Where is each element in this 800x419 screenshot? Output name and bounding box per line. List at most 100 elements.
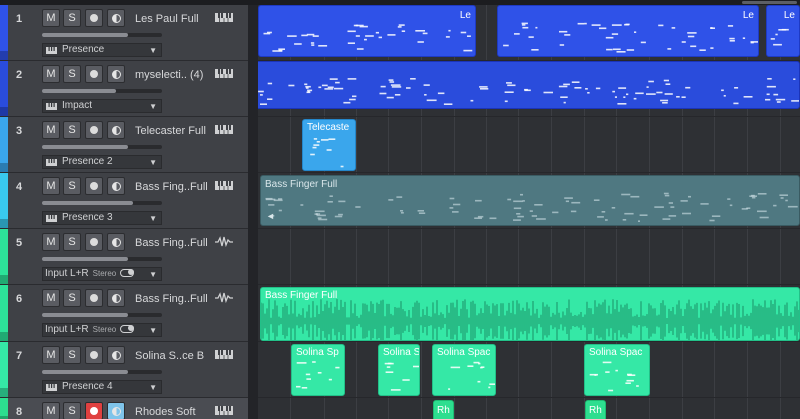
note-clip[interactable]: Solina S (378, 344, 420, 396)
solo-button[interactable]: S (63, 402, 81, 419)
note-clip[interactable]: Bass Finger Full ◄ (260, 175, 800, 226)
track-lane-8[interactable] (258, 398, 800, 419)
track-number: 4 (15, 181, 23, 193)
track-automation-toggle[interactable] (0, 332, 8, 341)
monitor-button[interactable] (107, 233, 125, 251)
record-arm-button[interactable] (85, 121, 103, 139)
mute-button[interactable]: M (42, 121, 60, 139)
track-automation-toggle[interactable] (0, 275, 8, 284)
track-header-7[interactable]: 7 M S Solina S..ce B Presence 4 ▼ (0, 342, 248, 398)
track-name[interactable]: Bass Fing..Full (135, 237, 213, 249)
volume-fader[interactable] (42, 313, 162, 317)
note-clip[interactable]: Rh (585, 400, 606, 419)
selector-label: Presence 3 (62, 212, 113, 224)
mute-button[interactable]: M (42, 9, 60, 27)
instrument-selector[interactable]: Presence 3 ▼ (42, 211, 162, 225)
monitor-icon (111, 14, 121, 23)
record-icon (90, 294, 98, 302)
note-clip[interactable]: Telecaste (302, 119, 356, 171)
solo-button[interactable]: S (63, 233, 81, 251)
link-icon (120, 325, 135, 334)
instrument-name: Presence 3 (62, 212, 113, 223)
track-header-5[interactable]: 5 M S Bass Fing..Full Input L+R Stereo ▼ (0, 229, 248, 285)
monitor-button[interactable] (107, 402, 125, 419)
record-arm-button[interactable] (85, 289, 103, 307)
note-pattern (265, 192, 798, 222)
volume-fader[interactable] (42, 201, 162, 205)
mute-button[interactable]: M (42, 289, 60, 307)
track-name[interactable]: Telecaster Full (135, 125, 213, 137)
input-selector[interactable]: Input L+R Stereo ▼ (42, 267, 162, 281)
instrument-selector[interactable]: Presence 2 ▼ (42, 155, 162, 169)
record-arm-button[interactable] (85, 402, 103, 419)
record-arm-button[interactable] (85, 9, 103, 27)
track-name[interactable]: Les Paul Full (135, 13, 213, 25)
note-clip[interactable]: Le (766, 5, 800, 57)
record-arm-button[interactable] (85, 233, 103, 251)
mute-button[interactable]: M (42, 65, 60, 83)
selector-label: Input L+R Stereo (45, 324, 135, 336)
note-clip[interactable]: Le (258, 5, 476, 57)
note-clip[interactable]: Le (497, 5, 759, 57)
instrument-selector[interactable]: Impact ▼ (42, 99, 162, 113)
audio-clip[interactable]: Bass Finger Full (260, 287, 800, 341)
track-automation-toggle[interactable] (0, 388, 8, 397)
track-header-6[interactable]: 6 M S Bass Fing..Full Input L+R Stereo ▼ (0, 285, 248, 342)
note-clip[interactable]: Solina Sp (291, 344, 345, 396)
track-automation-toggle[interactable] (0, 51, 8, 60)
track-automation-toggle[interactable] (0, 107, 8, 116)
mute-button[interactable]: M (42, 346, 60, 364)
track-header-4[interactable]: 4 M S Bass Fing..Full Presence 3 ▼ (0, 173, 248, 229)
arrange-view[interactable]: Le Le Le Telecaste Bass Finger Full ◄ Bass Fin… (258, 5, 800, 419)
volume-fader[interactable] (42, 89, 162, 93)
instrument-selector[interactable]: Presence 4 ▼ (42, 380, 162, 394)
volume-fader[interactable] (42, 370, 162, 374)
instrument-selector[interactable]: Presence ▼ (42, 43, 162, 57)
note-clip[interactable] (258, 61, 800, 109)
panel-divider[interactable] (248, 5, 258, 419)
note-clip[interactable]: Solina Spac (584, 344, 650, 396)
solo-button[interactable]: S (63, 9, 81, 27)
record-arm-button[interactable] (85, 177, 103, 195)
monitor-button[interactable] (107, 9, 125, 27)
clip-label: Bass Finger Full (265, 290, 338, 301)
note-clip[interactable]: Solina Spac (432, 344, 496, 396)
monitor-button[interactable] (107, 346, 125, 364)
mute-button[interactable]: M (42, 177, 60, 195)
track-header-8[interactable]: 8 M S Rhodes Soft (0, 398, 248, 419)
volume-fader[interactable] (42, 257, 162, 261)
track-automation-toggle[interactable] (0, 163, 8, 172)
mute-button[interactable]: M (42, 233, 60, 251)
track-name[interactable]: Bass Fing..Full (135, 181, 213, 193)
solo-button[interactable]: S (63, 177, 81, 195)
record-arm-button[interactable] (85, 65, 103, 83)
input-selector[interactable]: Input L+R Stereo ▼ (42, 323, 162, 337)
waveform-icon (215, 292, 233, 303)
volume-fader[interactable] (42, 33, 162, 37)
piano-keys-icon (215, 181, 233, 190)
monitor-button[interactable] (107, 289, 125, 307)
monitor-button[interactable] (107, 177, 125, 195)
note-clip[interactable]: Rh (433, 400, 454, 419)
input-name: Input L+R (45, 268, 89, 279)
track-name[interactable]: myselecti.. (4) (135, 69, 213, 81)
solo-button[interactable]: S (63, 121, 81, 139)
track-header-3[interactable]: 3 M S Telecaster Full Presence 2 ▼ (0, 117, 248, 173)
solo-button[interactable]: S (63, 346, 81, 364)
solo-button[interactable]: S (63, 289, 81, 307)
track-header-1[interactable]: 1 M S Les Paul Full Presence ▼ (0, 5, 248, 61)
solo-button[interactable]: S (63, 65, 81, 83)
track-name[interactable]: Bass Fing..Full (135, 293, 213, 305)
monitor-button[interactable] (107, 121, 125, 139)
monitor-button[interactable] (107, 65, 125, 83)
track-name[interactable]: Solina S..ce B (135, 350, 213, 362)
track-automation-toggle[interactable] (0, 219, 8, 228)
mute-button[interactable]: M (42, 402, 60, 419)
record-arm-button[interactable] (85, 346, 103, 364)
track-name[interactable]: Rhodes Soft (135, 406, 213, 418)
volume-fader[interactable] (42, 145, 162, 149)
track-header-2[interactable]: 2 M Smyselecti.. (4) Impact ▼ (0, 61, 248, 117)
horizontal-scrollbar[interactable] (742, 1, 797, 4)
clip-label: Solina S (383, 347, 420, 358)
track-lane-5[interactable] (258, 229, 800, 285)
